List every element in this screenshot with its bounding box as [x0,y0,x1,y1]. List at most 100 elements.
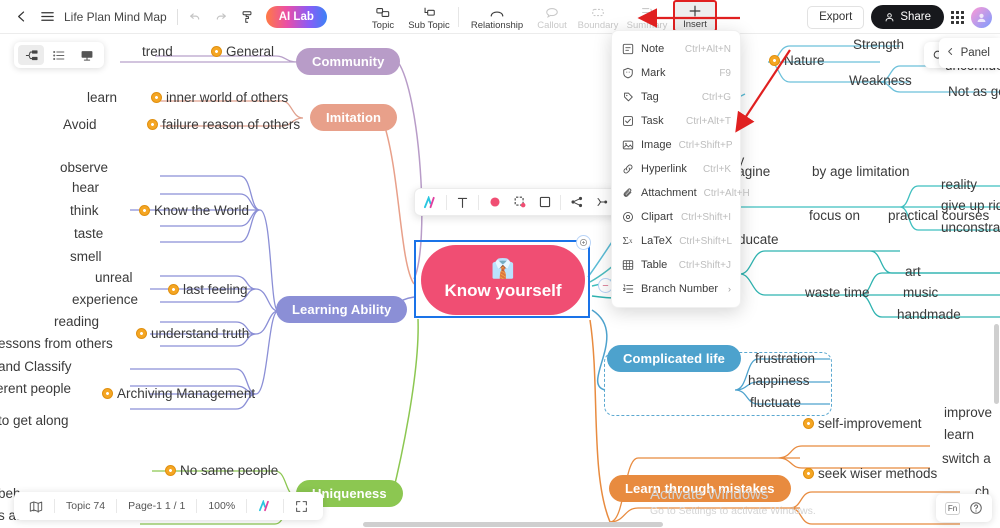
menu-item-image[interactable]: Image Ctrl+Shift+P [612,133,740,157]
avatar[interactable] [971,6,992,28]
map-overview-icon[interactable] [18,496,54,516]
mindmap-canvas[interactable]: Community General trend Imitation inner … [0,34,1000,528]
node-style-handle[interactable] [576,235,591,250]
topic-seek-wiser-methods[interactable]: seek wiser methods [803,466,937,481]
topic-fluctuate[interactable]: fluctuate [750,395,801,410]
fullscreen-icon[interactable] [284,496,319,516]
topic-weakness[interactable]: Weakness [849,73,912,88]
topic-art[interactable]: art [905,264,921,279]
topic-observe[interactable]: observe [60,160,108,175]
text-format-icon[interactable] [451,191,474,213]
branch-imitation[interactable]: Imitation [310,104,398,131]
share-button[interactable]: Share [871,5,944,29]
undo-icon[interactable] [182,4,208,30]
topic-avoid[interactable]: Avoid [63,117,97,132]
branch-learning-ability[interactable]: Learning Ability [276,296,408,323]
branch-style-icon[interactable] [565,191,588,213]
topic-hear[interactable]: hear [72,180,99,195]
topic-know-the-world[interactable]: Know the World [139,203,249,218]
tool-insert[interactable]: Insert [673,0,717,32]
redo-icon[interactable] [208,4,234,30]
topic-different-people[interactable]: erent people [0,381,71,396]
ai-lab-button[interactable]: AI Lab [265,5,327,28]
vertical-scrollbar[interactable] [994,324,999,404]
page-indicator[interactable]: Page-1 1 / 1 [117,496,196,516]
menu-item-mark[interactable]: Mark F9 [612,61,740,85]
topic-frustration[interactable]: frustration [755,351,815,366]
menu-item-note[interactable]: Note Ctrl+Alt+N [612,37,740,61]
topic-nature[interactable]: Nature [769,53,825,68]
branch-learn-through-mistakes[interactable]: Learn through mistakes [609,475,791,502]
presentation-view-icon[interactable] [74,45,100,65]
tool-relationship[interactable]: Relationship [465,0,529,34]
topic-focus-on[interactable]: focus on [809,208,860,223]
center-topic-node[interactable]: 👔 Know yourself [414,235,613,318]
zoom-level[interactable]: 100% [197,496,246,516]
border-icon[interactable] [533,191,556,213]
topic-last-feeling[interactable]: last feeling [168,282,248,297]
topic-happiness[interactable]: happiness [748,373,810,388]
topic-learn[interactable]: learn [87,90,117,105]
layout-icon[interactable] [590,191,613,213]
topic-no-same-people[interactable]: No same people [165,463,278,478]
menu-item-table[interactable]: Table Ctrl+Shift+J [612,253,740,277]
topic-archiving-management[interactable]: Archiving Management [102,386,255,401]
topic-inner-world[interactable]: inner world of others [151,90,288,105]
tool-topic[interactable]: Topic [360,0,406,34]
topic-understand-truth[interactable]: understand truth [136,326,249,341]
ai-icon[interactable] [247,496,283,516]
menu-item-branch-number[interactable]: Branch Number › [612,277,740,301]
topic-to-get-along[interactable]: to get along [0,413,69,428]
topic-learn-2[interactable]: learn [944,427,974,442]
back-icon[interactable] [8,4,34,30]
view-mode-switch[interactable] [14,42,104,68]
horizontal-scrollbar[interactable] [363,522,663,527]
topic-trend[interactable]: trend [142,44,173,59]
panel-toggle[interactable]: Panel [938,38,1000,68]
topic-educate[interactable]: ducate [738,232,779,247]
fn-key-button[interactable]: Fn [943,499,962,518]
topic-smell[interactable]: smell [70,249,102,264]
topic-unreal[interactable]: unreal [95,270,133,285]
topic-reading[interactable]: reading [54,314,99,329]
menu-item-attachment[interactable]: Attachment Ctrl+Alt+H [612,181,750,205]
format-painter-icon[interactable] [234,4,260,30]
topic-lessons-from-others[interactable]: essons from others [0,336,113,351]
hamburger-icon[interactable] [34,4,60,30]
topic-and-classify[interactable]: and Classify [0,359,72,374]
topic-practical-courses[interactable]: practical courses [888,208,989,223]
menu-item-hyperlink[interactable]: Hyperlink Ctrl+K [612,157,740,181]
menu-item-task[interactable]: Task Ctrl+Alt+T [612,109,740,133]
topic-not-as-good[interactable]: Not as go [948,84,1000,99]
question-mark-icon[interactable] [966,499,985,518]
topic-music[interactable]: music [903,285,938,300]
menu-item-clipart[interactable]: Clipart Ctrl+Shift+I [612,205,740,229]
style-icon[interactable] [419,191,442,213]
menu-item-tag[interactable]: Tag Ctrl+G [612,85,740,109]
topic-failure-reason[interactable]: failure reason of others [147,117,300,132]
fill-color-icon[interactable] [483,191,506,213]
tool-sub-topic[interactable]: Sub Topic [406,0,452,34]
topic-think[interactable]: think [70,203,99,218]
topic-strength[interactable]: Strength [853,37,904,52]
document-title[interactable]: Life Plan Mind Map [64,10,167,24]
export-button[interactable]: Export [807,5,865,29]
branch-community[interactable]: Community [296,48,401,75]
apps-grid-icon[interactable] [951,10,964,24]
menu-item-latex[interactable]: Σx LaTeX Ctrl+Shift+L [612,229,740,253]
topic-experience[interactable]: experience [72,292,138,307]
outline-view-icon[interactable] [46,45,72,65]
branch-complicated-life[interactable]: Complicated life [607,345,742,372]
topic-by-age-limitation[interactable]: by age limitation [812,164,910,179]
topic-waste-time[interactable]: waste time [805,285,870,300]
topic-self-improvement[interactable]: self-improvement [803,416,922,431]
topic-taste[interactable]: taste [74,226,103,241]
topic-reality[interactable]: reality [941,177,977,192]
topic-improve[interactable]: improve [944,405,992,420]
topic-general[interactable]: General [211,44,274,59]
shape-icon[interactable] [508,191,531,213]
format-toolbar[interactable] [414,188,643,216]
insert-dropdown-menu[interactable]: Note Ctrl+Alt+N Mark F9 Tag Ctrl+G Task … [611,30,750,308]
topic-handmade[interactable]: handmade [897,307,961,322]
mindmap-view-icon[interactable] [18,45,44,65]
